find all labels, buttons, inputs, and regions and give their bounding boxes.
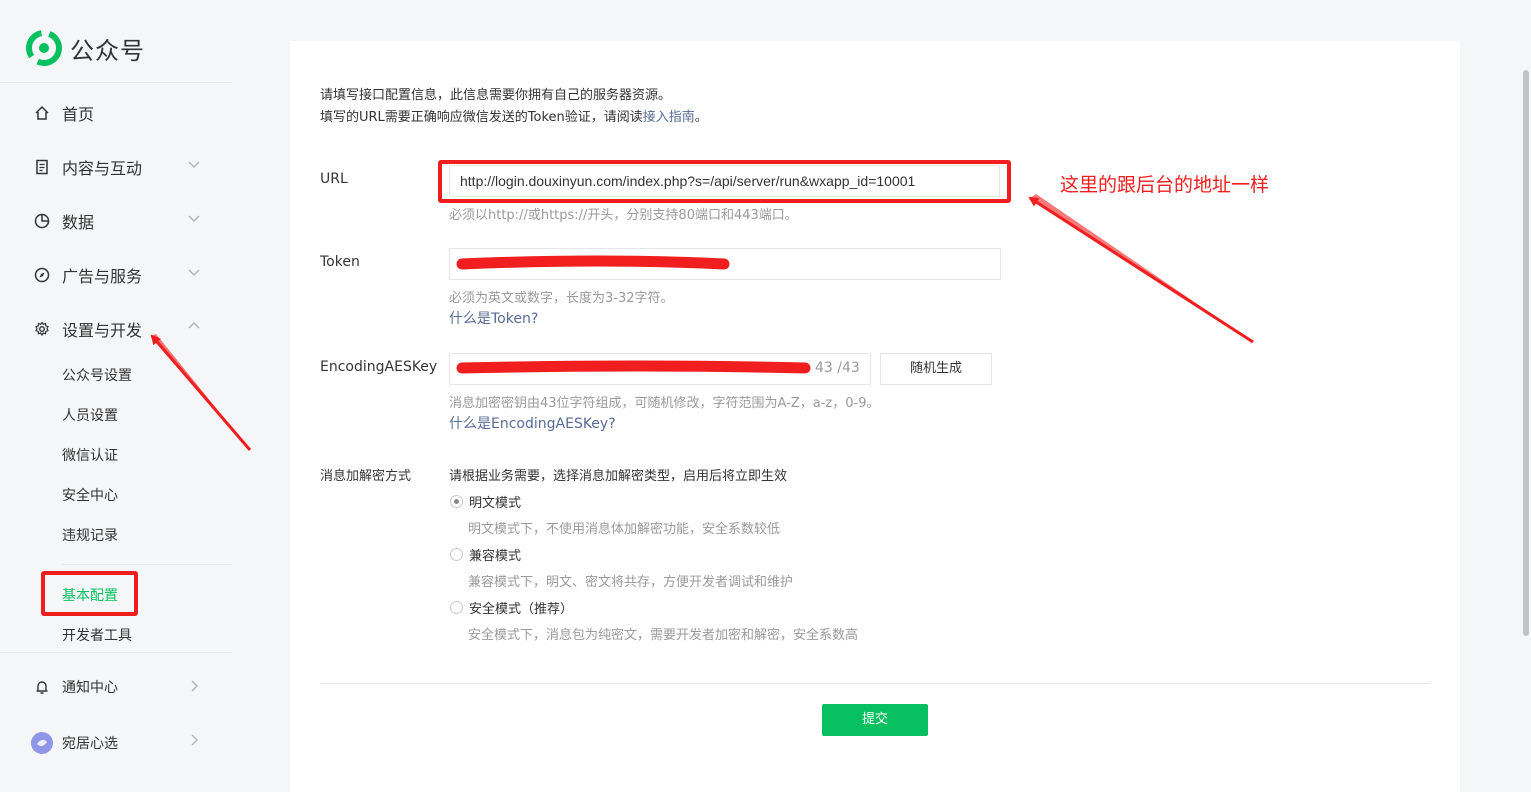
plaintext-mode-hint: 明文模式下，不使用消息体加解密功能，安全系数较低 bbox=[468, 522, 781, 537]
aes-hint: 消息加密密钥由43位字符组成，可随机修改，字符范围为A-Z，a-z，0-9。 bbox=[449, 396, 880, 411]
sidebar-item-account[interactable]: 宛居心选 bbox=[30, 731, 198, 755]
sidebar-item-home[interactable]: 首页 bbox=[33, 101, 94, 125]
sidebar-item-settings-dev[interactable]: 设置与开发 bbox=[33, 317, 200, 341]
sidebar-item-content[interactable]: 内容与互动 bbox=[33, 155, 200, 179]
radio-label: 兼容模式 bbox=[469, 549, 522, 564]
radio-plaintext-mode[interactable]: 明文模式 bbox=[450, 492, 521, 511]
form-divider bbox=[320, 683, 1430, 684]
sidebar-divider bbox=[0, 652, 232, 653]
sidebar-sub-dev-tools[interactable]: 开发者工具 bbox=[62, 625, 132, 645]
sidebar-sub-staff-settings[interactable]: 人员设置 bbox=[62, 405, 118, 425]
chevron-up-icon bbox=[188, 322, 200, 329]
scrollbar-thumb[interactable] bbox=[1523, 70, 1529, 636]
sidebar-item-label: 广告与服务 bbox=[62, 267, 143, 286]
annotation-url-highlight-box bbox=[438, 160, 1011, 203]
radio-compatible-mode[interactable]: 兼容模式 bbox=[450, 545, 521, 564]
sidebar-item-label: 设置与开发 bbox=[62, 321, 143, 340]
sidebar-sub-violation-records[interactable]: 违规记录 bbox=[62, 525, 118, 545]
sidebar-item-ads[interactable]: 广告与服务 bbox=[33, 263, 200, 287]
sidebar-sub-wechat-verify[interactable]: 微信认证 bbox=[62, 445, 118, 465]
radio-label: 明文模式 bbox=[469, 496, 522, 511]
radio-button[interactable] bbox=[450, 548, 463, 561]
logo-text: 公众号 bbox=[70, 36, 145, 65]
chevron-right-icon bbox=[191, 734, 198, 746]
wechat-official-logo-icon bbox=[26, 30, 62, 66]
access-guide-link[interactable]: 接入指南 bbox=[643, 110, 695, 125]
encryption-mode-label: 消息加解密方式 bbox=[320, 469, 412, 484]
intro-suffix: 。 bbox=[694, 110, 708, 125]
secure-mode-hint: 安全模式下，消息包为纯密文，需要开发者加密和解密，安全系数高 bbox=[468, 628, 859, 643]
pie-chart-icon bbox=[33, 212, 51, 230]
sidebar: 公众号 首页 内容与互动 数据 广告与服务 设置与开发 公众号设置 人员设置 微… bbox=[0, 0, 232, 792]
gear-icon bbox=[33, 320, 51, 338]
chevron-right-icon bbox=[191, 680, 198, 692]
sidebar-sub-account-settings[interactable]: 公众号设置 bbox=[62, 365, 132, 385]
token-input[interactable] bbox=[449, 248, 1001, 280]
what-is-token-link[interactable]: 什么是Token? bbox=[449, 308, 538, 328]
sidebar-item-data[interactable]: 数据 bbox=[33, 209, 200, 233]
compatible-mode-hint: 兼容模式下，明文、密文将共存，方便开发者调试和维护 bbox=[468, 575, 794, 590]
aes-input[interactable] bbox=[449, 353, 871, 385]
intro-line-1: 请填写接口配置信息，此信息需要你拥有自己的服务器资源。 bbox=[320, 88, 672, 103]
intro-line-2: 填写的URL需要正确响应微信发送的Token验证，请阅读接入指南。 bbox=[320, 106, 708, 125]
sidebar-item-label: 数据 bbox=[62, 213, 95, 232]
compass-icon bbox=[33, 266, 51, 284]
sidebar-item-label: 通知中心 bbox=[62, 680, 118, 696]
radio-label: 安全模式（推荐） bbox=[469, 602, 574, 617]
logo[interactable]: 公众号 bbox=[26, 30, 145, 66]
chevron-down-icon bbox=[188, 215, 200, 222]
radio-secure-mode[interactable]: 安全模式（推荐） bbox=[450, 598, 573, 617]
sidebar-item-label: 宛居心选 bbox=[62, 736, 118, 752]
sidebar-sub-divider bbox=[62, 564, 232, 565]
url-label: URL bbox=[320, 171, 348, 187]
submit-button[interactable]: 提交 bbox=[822, 704, 928, 736]
document-icon bbox=[33, 158, 51, 176]
radio-button[interactable] bbox=[450, 601, 463, 614]
bell-icon bbox=[33, 678, 51, 696]
chevron-down-icon bbox=[188, 161, 200, 168]
aes-label: EncodingAESKey bbox=[320, 359, 438, 375]
token-label: Token bbox=[320, 254, 360, 270]
radio-button-selected[interactable] bbox=[450, 495, 463, 508]
sidebar-item-label: 首页 bbox=[62, 105, 95, 124]
url-hint: 必须以http://或https://开头，分别支持80端口和443端口。 bbox=[449, 208, 798, 223]
sidebar-item-notifications[interactable]: 通知中心 bbox=[33, 677, 198, 697]
aes-char-counter: 43 /43 bbox=[815, 360, 860, 376]
sidebar-sub-security-center[interactable]: 安全中心 bbox=[62, 485, 118, 505]
chevron-down-icon bbox=[188, 269, 200, 276]
annotation-text: 这里的跟后台的地址一样 bbox=[1060, 174, 1270, 196]
annotation-basic-config-highlight-box bbox=[41, 571, 138, 616]
intro-text: 填写的URL需要正确响应微信发送的Token验证，请阅读 bbox=[320, 110, 643, 125]
what-is-aes-key-link[interactable]: 什么是EncodingAESKey? bbox=[449, 413, 616, 433]
random-generate-button[interactable]: 随机生成 bbox=[880, 353, 992, 385]
sidebar-item-label: 内容与互动 bbox=[62, 159, 143, 178]
home-icon bbox=[33, 104, 51, 122]
sidebar-divider bbox=[0, 82, 232, 83]
avatar-icon bbox=[30, 731, 54, 755]
encryption-mode-description: 请根据业务需要，选择消息加解密类型，启用后将立即生效 bbox=[449, 469, 788, 484]
token-hint: 必须为英文或数字，长度为3-32字符。 bbox=[449, 291, 674, 306]
